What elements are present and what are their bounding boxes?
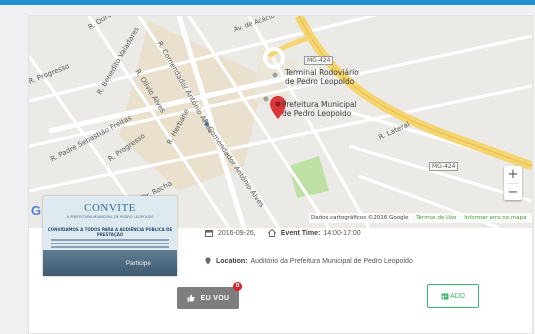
poi-prefeitura-label: Prefeitura Municipal de Pedro Leopoldo: [282, 100, 357, 118]
top-accent-bar: [0, 0, 535, 5]
calendar-icon: [205, 230, 213, 237]
flyer-text-line: [51, 246, 169, 248]
event-datetime-row: 2016-09-26, Event Time: 14:00-17:00: [205, 229, 361, 237]
event-location-value: Auditório da Prefeitura Municipal de Ped…: [250, 257, 413, 265]
home-icon: [267, 229, 276, 237]
add-to-calendar-button[interactable]: ADD: [427, 284, 479, 308]
poi-terminal-label: Terminal Rodoviário de Pedro Leopoldo: [285, 68, 359, 86]
flyer-text-line: [51, 242, 169, 244]
flyer-headline: CONVIDAMOS A TODOS PARA A AUDIÊNCIA PÚBL…: [47, 227, 173, 237]
flyer-subtitle: A PREFEITURA MUNICIPAL DE PEDRO LEOPOLDO: [66, 215, 154, 219]
event-time-value: 14:00-17:00: [323, 229, 361, 237]
calendar-add-icon: [441, 293, 449, 300]
map-attribution: Dados cartográficos ©2016 Google Termos …: [309, 213, 532, 223]
flyer-footer-band: [43, 250, 177, 276]
flyer-word: Participe: [125, 260, 151, 267]
zoom-in-button[interactable]: +: [504, 166, 522, 183]
highway-badge: MG-424: [429, 162, 459, 171]
google-logo: G: [31, 203, 42, 218]
attend-button-label: EU VOU: [200, 294, 230, 302]
attend-count-badge: 0: [233, 282, 242, 291]
map-zoom-control: + −: [504, 166, 522, 200]
attend-button[interactable]: EU VOU: [177, 287, 239, 309]
event-location-row: Location: Auditório da Prefeitura Munici…: [205, 257, 413, 265]
event-date: 2016-09-26,: [218, 229, 256, 237]
highway-badge: MG-424: [304, 56, 334, 65]
add-button-label: ADD: [450, 292, 465, 300]
terms-of-use-link[interactable]: Termos de Uso: [416, 215, 456, 221]
event-flyer-image[interactable]: CONVITE A PREFEITURA MUNICIPAL DE PEDRO …: [43, 196, 177, 276]
event-time-label: Event Time:: [280, 229, 321, 237]
flyer-title: CONVITE: [84, 202, 136, 214]
thumbs-up-icon: [187, 294, 195, 302]
zoom-out-button[interactable]: −: [504, 184, 522, 201]
report-map-error-link[interactable]: Informar erro no mapa: [464, 215, 526, 221]
flyer-text-line: [51, 239, 169, 241]
event-location-label: Location:: [216, 257, 248, 265]
map-pin-icon: [205, 257, 211, 265]
map-data-credit: Dados cartográficos ©2016 Google: [311, 215, 409, 221]
